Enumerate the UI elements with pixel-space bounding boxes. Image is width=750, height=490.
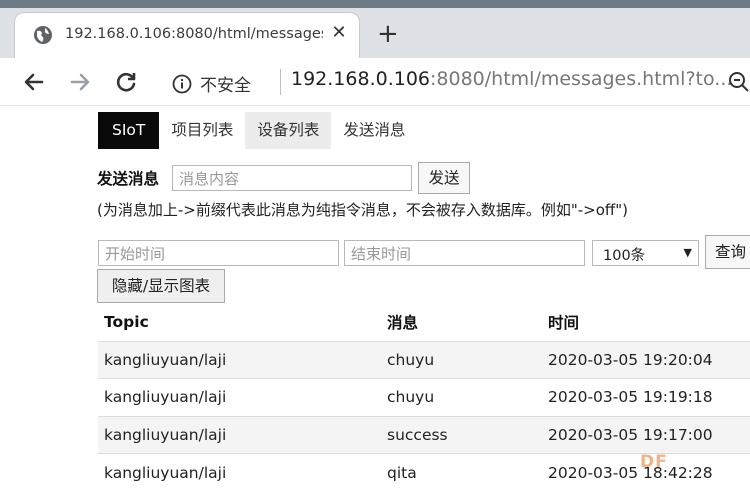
cell-time: 2020-03-05 19:17:00 — [542, 415, 750, 454]
count-select[interactable]: 100条 ▼ — [592, 240, 699, 266]
cell-time: 2020-03-05 19:19:18 — [542, 378, 750, 416]
query-button[interactable]: 查询 — [705, 235, 750, 269]
send-message-label: 发送消息 — [97, 170, 160, 188]
cell-topic: kangliuyuan/laji — [98, 415, 381, 454]
cell-topic: kangliuyuan/laji — [98, 453, 381, 490]
url-divider — [280, 69, 281, 95]
close-tab-icon[interactable]: ✕ — [328, 22, 350, 44]
window-frame — [0, 0, 750, 8]
count-select-value: 100条 — [603, 248, 646, 264]
url-host: 192.168.0.106 — [291, 68, 431, 90]
send-button[interactable]: 发送 — [418, 162, 470, 194]
forward-arrow-icon[interactable] — [66, 68, 94, 96]
globe-icon — [34, 26, 52, 44]
header-topic[interactable]: Topic — [98, 303, 381, 341]
table-row: kangliuyuan/laji success 2020-03-05 19:1… — [98, 415, 750, 454]
page-content: SIoT 项目列表 设备列表 发送消息 发送消息 消息内容 发送 (为消息加上-… — [0, 106, 750, 490]
watermark-logo: DF — [640, 452, 668, 472]
back-arrow-icon[interactable] — [20, 68, 48, 96]
browser-tab[interactable]: 192.168.0.106:8080/html/messages ✕ — [14, 12, 360, 58]
url-path: :8080/html/messages.html?to... — [430, 68, 733, 90]
cell-message: chuyu — [381, 378, 542, 416]
nav-item-projects[interactable]: 项目列表 — [159, 112, 245, 149]
send-hint: (为消息加上->前缀代表此消息为纯指令消息，不会被存入数据库。例如"->off"… — [97, 201, 628, 219]
address-bar[interactable]: 192.168.0.106:8080/html/messages.html?to… — [291, 68, 732, 90]
new-tab-button[interactable]: + — [377, 21, 399, 47]
message-input[interactable]: 消息内容 — [172, 165, 412, 191]
toolbar: 不安全 192.168.0.106:8080/html/messages.htm… — [0, 58, 750, 106]
toggle-chart-button[interactable]: 隐藏/显示图表 — [97, 269, 225, 303]
start-time-input[interactable]: 开始时间 — [98, 240, 339, 266]
cell-topic: kangliuyuan/laji — [98, 340, 381, 379]
table-row: kangliuyuan/laji chuyu 2020-03-05 19:20:… — [98, 340, 750, 379]
cell-topic: kangliuyuan/laji — [98, 378, 381, 416]
tab-title: 192.168.0.106:8080/html/messages — [65, 26, 323, 42]
cell-message: chuyu — [381, 340, 542, 379]
site-info[interactable]: 不安全 — [172, 71, 251, 96]
zoom-icon[interactable] — [727, 70, 750, 94]
brand-logo[interactable]: SIoT — [98, 112, 160, 149]
header-message[interactable]: 消息 — [381, 303, 542, 341]
end-time-input[interactable]: 结束时间 — [344, 240, 585, 266]
security-label: 不安全 — [200, 76, 251, 96]
site-nav: SIoT 项目列表 设备列表 发送消息 — [98, 112, 417, 149]
nav-item-send-message[interactable]: 发送消息 — [331, 112, 417, 149]
table-row: kangliuyuan/laji chuyu 2020-03-05 19:19:… — [98, 378, 750, 416]
cell-message: qita — [381, 453, 542, 490]
reload-icon[interactable] — [112, 68, 140, 96]
header-time[interactable]: 时间 — [542, 303, 750, 341]
table-header-row: Topic 消息 时间 — [98, 303, 750, 341]
nav-item-devices[interactable]: 设备列表 — [245, 112, 332, 149]
dropdown-arrow-icon: ▼ — [683, 246, 692, 259]
info-icon — [172, 74, 192, 93]
cell-message: success — [381, 415, 542, 454]
cell-time: 2020-03-05 19:20:04 — [542, 340, 750, 379]
tab-strip: 192.168.0.106:8080/html/messages ✕ + — [0, 8, 750, 58]
